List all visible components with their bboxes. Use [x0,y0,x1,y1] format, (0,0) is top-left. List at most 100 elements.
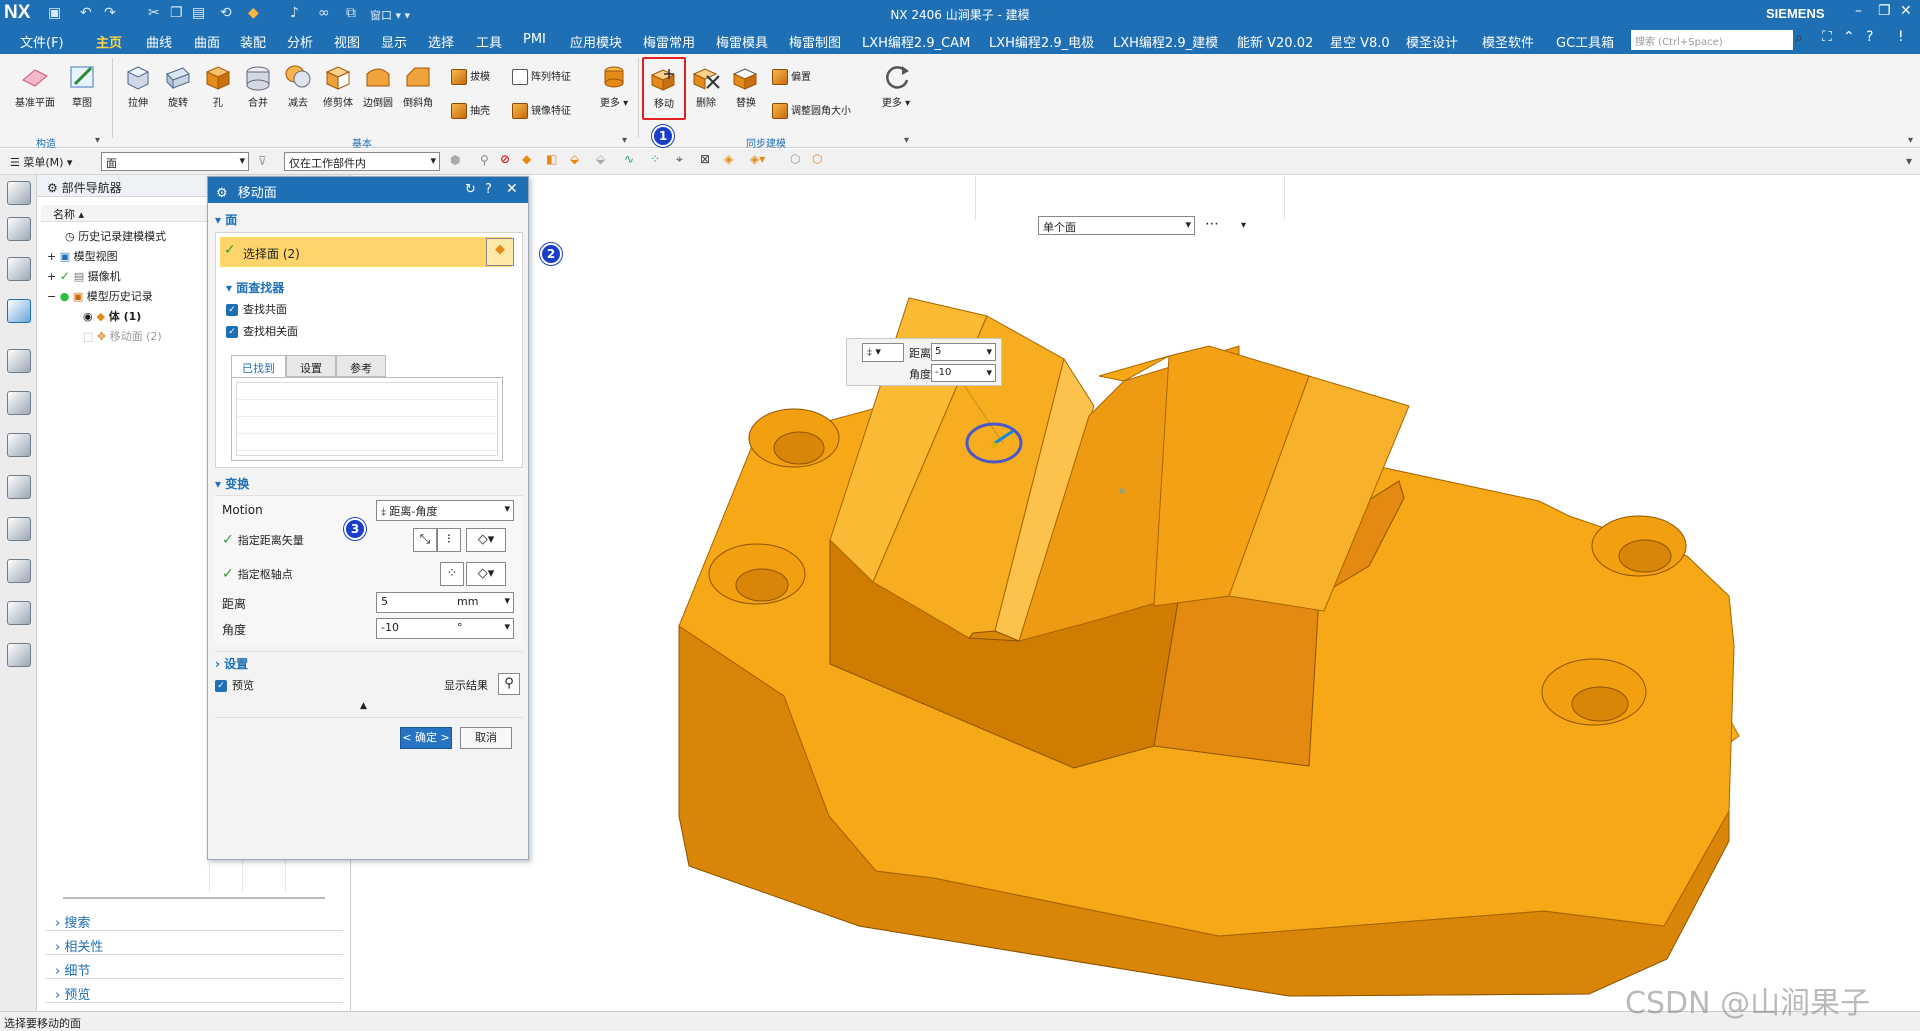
menu-assembly[interactable]: 装配 [240,32,266,51]
gear-icon[interactable]: ⚙ [216,186,228,201]
selection-scope-dropdown[interactable]: 仅在工作部件内 [284,152,440,171]
graphics-viewport[interactable]: 单个面 ⋯ ▾ [529,176,1920,1011]
sync-more-button[interactable]: 更多 ▾ [876,62,916,109]
section-transform[interactable]: ▾ 变换 [215,475,523,492]
extrude-button[interactable]: 拉伸 [118,62,158,109]
trim-body-button[interactable]: 修剪体 [318,62,358,109]
body-faces-icon[interactable]: ⬙ [570,152,579,166]
filter-icon[interactable]: ⊽ [258,154,267,168]
sketch-button[interactable]: 草图 [62,62,102,109]
scrollbar[interactable] [63,897,325,899]
search-icon[interactable]: ⌕ [1795,30,1803,46]
vector-dialog-button[interactable]: ⤡ [413,528,437,552]
reset-icon[interactable]: ↻ [465,182,476,197]
menu-display[interactable]: 显示 [381,32,407,51]
edge-blend-button[interactable]: 边倒圆 [358,62,398,109]
menu-meilei-common[interactable]: 梅雷常用 [643,32,695,51]
no-filter-icon[interactable]: ⊘ [500,152,510,166]
select-all-icon[interactable]: ⬢ [450,153,460,167]
restore-icon[interactable]: ❐ [1878,3,1891,19]
menu-view[interactable]: 视图 [334,32,360,51]
sync-expand-icon[interactable]: ▾ [904,135,909,146]
offset-face-button[interactable]: 偏置 [772,68,811,85]
construct-expand-icon[interactable]: ▾ [95,135,100,146]
menu-meilei-mold[interactable]: 梅雷模具 [716,32,768,51]
motion-mode-dropdown[interactable]: ⤈ ▾ [862,343,904,362]
snap-icon[interactable]: ⌖ [676,152,683,167]
section-face[interactable]: ▾ 面 [215,211,523,228]
menu-gc-toolbox[interactable]: GC工具箱 [1556,32,1614,51]
part-icon[interactable]: ⬡ [812,152,822,166]
accordion-dependencies[interactable]: › 相关性 [45,933,343,955]
minimize-icon[interactable]: – [1855,3,1862,19]
find-related-checkbox[interactable]: ✓ 查找相关面 [226,323,298,339]
ok-button[interactable]: < 确定 > [400,727,452,749]
accordion-details[interactable]: › 细节 [45,957,343,979]
alert-icon[interactable]: ! [1898,29,1904,45]
menu-lxh-electrode[interactable]: LXH编程2.9_电极 [989,32,1094,51]
menu-surface[interactable]: 曲面 [194,32,220,51]
snap-end-icon[interactable]: ⊠ [700,152,710,166]
unite-button[interactable]: 合并 [238,62,278,109]
find-coplanar-checkbox[interactable]: ✓ 查找共面 [226,301,287,317]
menu-analysis[interactable]: 分析 [287,32,313,51]
menu-home[interactable]: 主页 [96,32,123,57]
hole-button[interactable]: 孔 [198,62,238,109]
basic-expand-icon[interactable]: ▾ [622,135,627,146]
accordion-preview[interactable]: › 预览 [45,981,343,1003]
float-angle-input[interactable]: -10 [931,364,996,382]
accordion-search[interactable]: › 搜索 [45,909,343,931]
reuse-library-icon[interactable] [7,349,31,373]
select-face-row[interactable]: ✓ 选择面 (2) [220,237,512,267]
part-navigator-icon[interactable] [7,299,31,323]
roles-icon[interactable] [7,601,31,625]
selbar-options-icon[interactable]: ▾ [1906,154,1912,168]
draft-button[interactable]: 拔模 [451,68,490,85]
collapse-ribbon-icon[interactable]: ⌃ [1843,29,1855,45]
menu-xingkong[interactable]: 星空 V8.0 [1330,32,1390,51]
hd3d-tools-icon[interactable] [7,391,31,415]
face-select-button[interactable]: ◆ [486,238,514,266]
snap-face-icon[interactable]: ◈ [724,152,733,166]
tree-model-history[interactable]: − ● ▣ 模型历史记录 [47,288,153,304]
show-result-button[interactable]: ⚲ [498,673,520,695]
delete-face-button[interactable]: 删除 [686,62,726,109]
point-type-dropdown[interactable]: ◇▾ [466,562,506,586]
help-icon[interactable]: ? [485,182,492,197]
ribbon-options-icon[interactable]: ▾ [1908,135,1913,146]
vector-type-dropdown[interactable]: ◇▾ [466,528,506,552]
menu-mosheng-software[interactable]: 模圣软件 [1482,32,1534,51]
curve-icon[interactable]: ∿ [624,152,634,166]
system-materials-icon[interactable] [7,517,31,541]
view-cube-icon[interactable]: ⬡ [790,152,800,166]
tab-found[interactable]: 已找到 [231,355,286,377]
menu-meilei-drafting[interactable]: 梅雷制图 [789,32,841,51]
tab-reference[interactable]: 参考 [336,355,386,377]
resize-blend-button[interactable]: 调整圆角大小 [772,102,851,119]
menu-lxh-modeling[interactable]: LXH编程2.9_建模 [1113,32,1218,51]
preview-checkbox[interactable]: ✓ 预览 [215,677,254,693]
menu-mosheng-design[interactable]: 模圣设计 [1406,32,1458,51]
menu-lxh-cam[interactable]: LXH编程2.9_CAM [862,32,970,51]
web-browser-icon[interactable] [7,433,31,457]
column-header-name[interactable]: 名称 ▴ [41,205,209,222]
menu-curve[interactable]: 曲线 [146,32,172,51]
menu-application[interactable]: 应用模块 [570,32,622,51]
close-icon[interactable]: ✕ [1900,3,1912,19]
type-filter-dropdown[interactable]: 面 [101,152,249,171]
tree-move-face[interactable]: ⬚ ✥ 移动面 (2) [83,328,162,344]
command-search-input[interactable]: 搜索 (Ctrl+Space) [1631,30,1793,50]
pattern-feature-button[interactable]: 阵列特征 [512,68,571,85]
float-distance-input[interactable]: 5 [931,343,996,361]
deselect-icon[interactable]: ⚲ [480,153,489,167]
menu-pmi[interactable]: PMI [523,32,546,47]
point-icon[interactable]: ⁘ [650,152,660,166]
tool-icon[interactable] [7,643,31,667]
basic-more-button[interactable]: 更多 ▾ [594,62,634,109]
mirror-feature-button[interactable]: 镜像特征 [512,102,571,119]
move-face-button[interactable]: 移动 [642,57,686,120]
section-settings[interactable]: › 设置 [215,651,523,672]
menu-tools[interactable]: 工具 [476,32,502,51]
revolve-button[interactable]: 旋转 [158,62,198,109]
menu-select[interactable]: 选择 [428,32,454,51]
